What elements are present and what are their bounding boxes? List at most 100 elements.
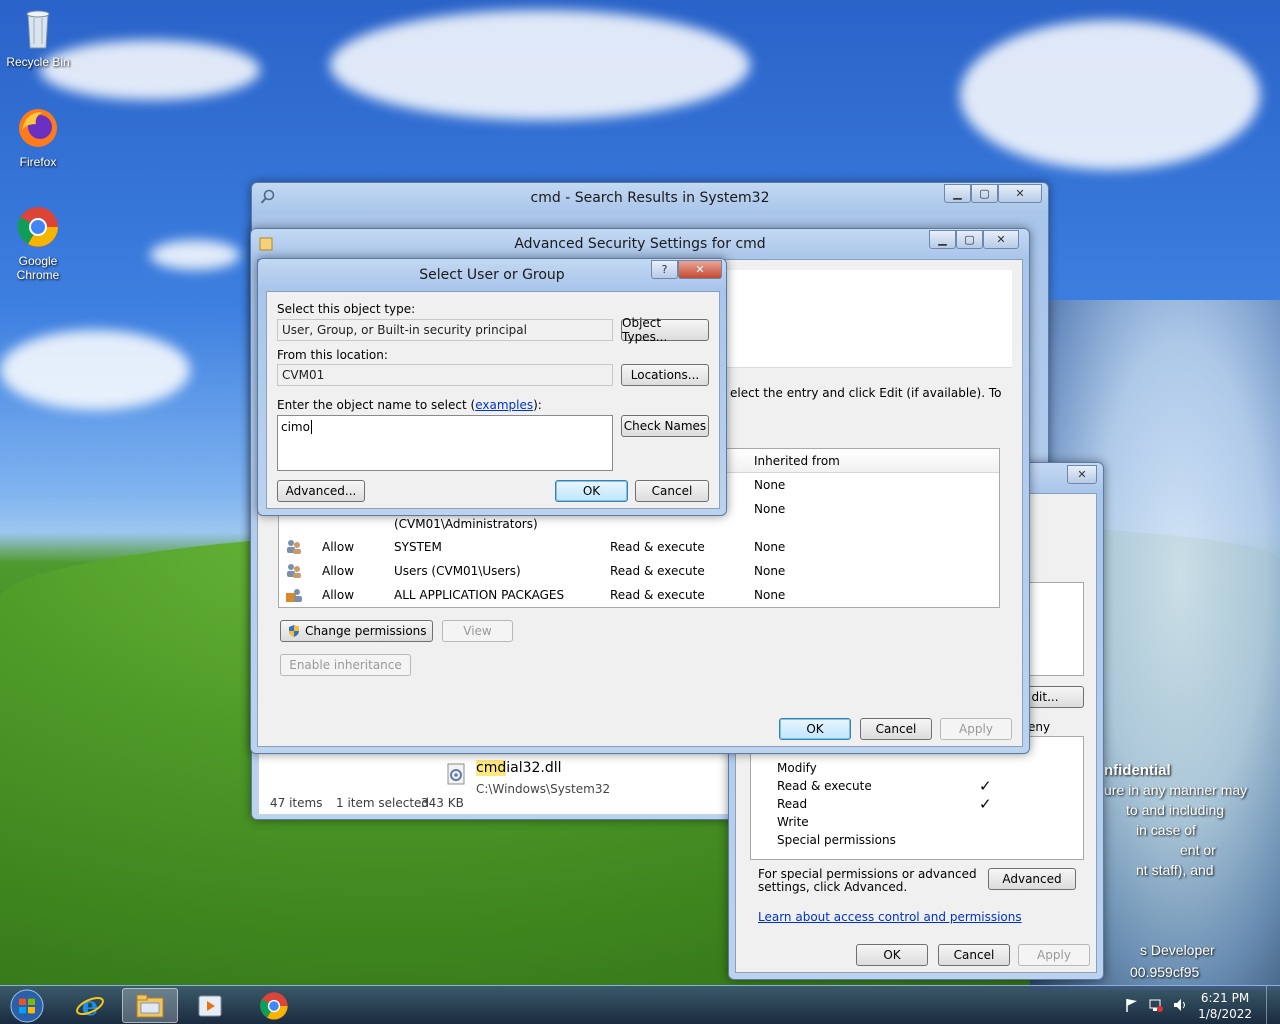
wallpaper-text: to and including (1126, 802, 1225, 818)
deny-header: eny (1028, 720, 1051, 734)
desktop-icon-firefox[interactable]: Firefox (0, 106, 76, 169)
select-user-group-dialog: Select User or Group ? ✕ Select this obj… (257, 258, 727, 516)
desktop-icon-label: Recycle Bin (6, 55, 70, 69)
desktop-icon-google-chrome[interactable]: Google Chrome (0, 205, 76, 282)
perm-name: Special permissions (777, 833, 896, 847)
svg-text:e: e (82, 992, 99, 1021)
enter-object-name-label: Enter the object name to select (example… (277, 398, 542, 412)
wallpaper-text: s Developer (1140, 942, 1215, 958)
dll-file-icon (447, 763, 465, 785)
status-selected: 1 item selected (336, 796, 430, 810)
folder-icon (136, 994, 164, 1017)
show-desktop-button[interactable] (1266, 986, 1280, 1024)
wallpaper-cloud (0, 330, 190, 410)
special-permissions-note: For special permissions or advanced sett… (758, 867, 977, 894)
advanced-security-title: Advanced Security Settings for cmd (514, 236, 766, 252)
apply-button[interactable]: Apply (1018, 944, 1090, 966)
ok-button[interactable]: OK (555, 480, 628, 502)
taskbar: e 6:21 PM 1/8/2022 (0, 985, 1280, 1024)
select-dialog-caption-buttons: ? ✕ (651, 260, 722, 279)
properties-caption-buttons: ✕ (1067, 465, 1097, 484)
row-inherited: None (754, 540, 786, 554)
wallpaper-text: nfidential (1104, 762, 1171, 779)
taskbar-internet-explorer[interactable]: e (62, 988, 118, 1023)
perm-name: Write (777, 815, 809, 829)
file-name[interactable]: cmdial32.dll (476, 760, 562, 776)
enter-label-end: ): (533, 398, 542, 412)
taskbar-media-player[interactable] (182, 988, 238, 1023)
windows-logo-icon (10, 989, 44, 1022)
close-button[interactable]: ✕ (1067, 465, 1097, 484)
network-icon[interactable] (1148, 997, 1164, 1013)
text-cursor: ​ (310, 420, 312, 434)
minimize-button[interactable]: ▁ (944, 184, 971, 203)
object-name-input[interactable]: cimo​ (277, 415, 613, 471)
row-type: Allow (322, 540, 355, 554)
status-size: 343 KB (421, 796, 464, 810)
media-player-icon (198, 995, 222, 1016)
desktop-icon-recycle-bin[interactable]: Recycle Bin (0, 6, 76, 69)
object-types-button[interactable]: Object Types... (621, 316, 709, 344)
row-access: Read & execute (610, 564, 705, 578)
change-permissions-label: Change permissions (305, 624, 427, 638)
perm-name: Read & execute (777, 779, 872, 793)
minimize-button[interactable]: ▁ (929, 230, 956, 249)
uac-shield-icon (289, 625, 299, 637)
row-inherited: None (754, 478, 786, 492)
wallpaper-text: in case of (1136, 822, 1196, 838)
explorer-caption-buttons: ▁ ▢ ✕ (944, 184, 1042, 203)
check-names-button[interactable]: Check Names (621, 415, 709, 437)
instruction-text: elect the entry and click Edit (if avail… (730, 386, 1002, 400)
advanced-caption-buttons: ▁ ▢ ✕ (929, 230, 1019, 249)
taskbar-google-chrome[interactable] (246, 988, 302, 1023)
cancel-button[interactable]: Cancel (938, 944, 1010, 966)
row-access: Read & execute (610, 588, 705, 602)
advanced-button[interactable]: Advanced (988, 868, 1076, 890)
chrome-icon (260, 991, 288, 1020)
examples-link[interactable]: examples (475, 398, 533, 412)
firefox-icon (19, 109, 57, 147)
file-name-highlight: cmd (476, 760, 507, 776)
change-permissions-button[interactable]: Change permissions (280, 620, 433, 642)
cancel-button[interactable]: Cancel (860, 718, 932, 740)
perm-name: Read (777, 797, 808, 811)
view-button[interactable]: View (442, 620, 513, 642)
advanced-button[interactable]: Advanced... (277, 480, 365, 502)
apply-button[interactable]: Apply (940, 718, 1012, 740)
row-type: Allow (322, 564, 355, 578)
wallpaper-text: nt staff), and (1136, 862, 1214, 878)
explorer-title: cmd - Search Results in System32 (530, 190, 770, 206)
clock-time: 6:21 PM (1200, 991, 1250, 1005)
action-center-flag-icon[interactable] (1124, 997, 1140, 1013)
ok-button[interactable]: OK (779, 718, 851, 740)
wallpaper-text: ent or (1180, 842, 1216, 858)
col-header-inherited[interactable]: Inherited from (754, 454, 840, 468)
row-principal: ALL APPLICATION PACKAGES (394, 588, 565, 602)
wallpaper-text: 00.959cf95 (1130, 964, 1200, 980)
users-group-icon (287, 540, 301, 554)
row-inherited: None (754, 564, 786, 578)
locations-button[interactable]: Locations... (621, 364, 709, 386)
enable-inheritance-button[interactable]: Enable inheritance (280, 654, 411, 676)
maximize-button[interactable]: ▢ (956, 230, 983, 249)
wallpaper-cloud (960, 20, 1260, 170)
wallpaper-cloud (150, 240, 240, 270)
file-name-rest: ial32.dll (506, 760, 562, 776)
clock-date: 1/8/2022 (1198, 1007, 1252, 1021)
wallpaper-cloud (330, 10, 750, 120)
volume-icon[interactable] (1172, 997, 1188, 1013)
maximize-button[interactable]: ▢ (971, 184, 998, 203)
learn-access-control-link[interactable]: Learn about access control and permissio… (758, 910, 1022, 924)
close-button[interactable]: ✕ (983, 230, 1019, 249)
cancel-button[interactable]: Cancel (635, 480, 709, 502)
object-name-value: cimo (281, 420, 310, 434)
ok-button[interactable]: OK (856, 944, 928, 966)
start-button[interactable] (2, 988, 52, 1023)
status-item-count: 47 items (270, 796, 323, 810)
help-button[interactable]: ? (651, 260, 678, 279)
taskbar-clock[interactable]: 6:21 PM 1/8/2022 (1198, 990, 1252, 1022)
taskbar-file-explorer[interactable] (122, 988, 178, 1023)
close-button[interactable]: ✕ (998, 184, 1042, 203)
location-label: From this location: (277, 348, 388, 362)
close-button[interactable]: ✕ (678, 260, 722, 279)
